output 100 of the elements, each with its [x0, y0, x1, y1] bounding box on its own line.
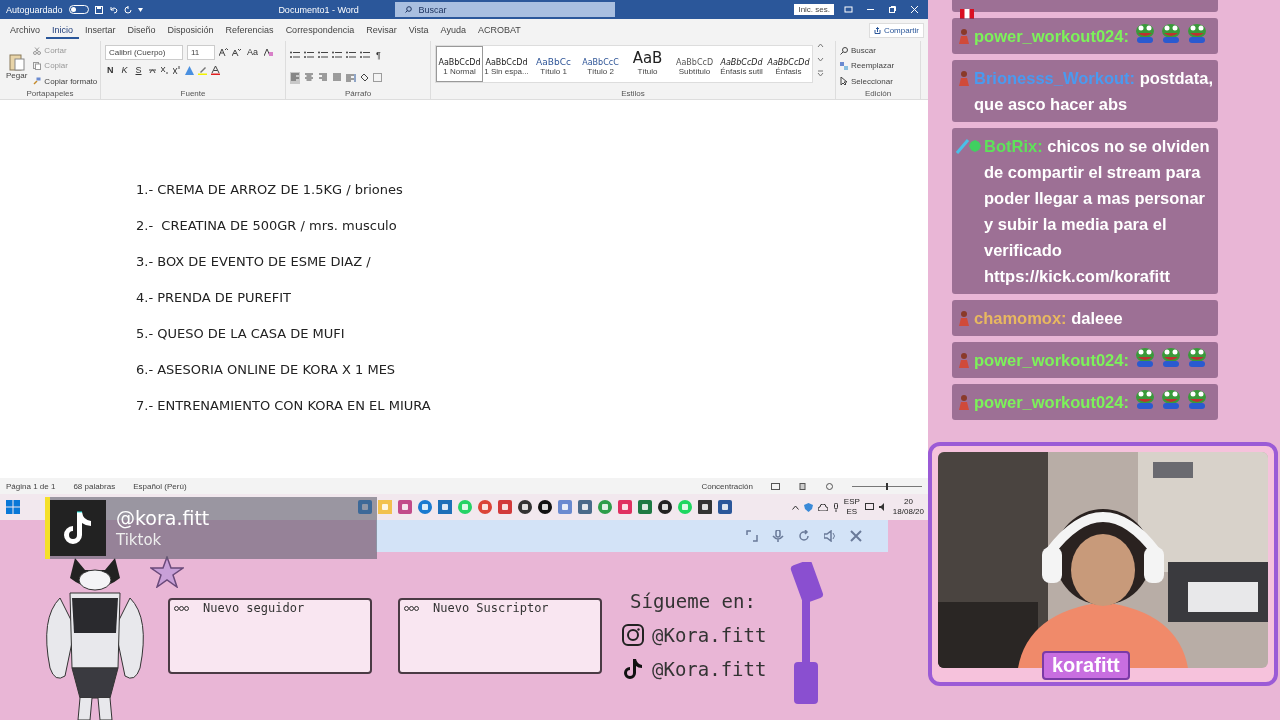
snipping-icon[interactable] — [558, 500, 572, 514]
clear-format-icon[interactable] — [264, 48, 273, 56]
style-option[interactable]: AaBbCcD Subtítulo — [671, 46, 718, 82]
ribbon-tab[interactable]: Vista — [402, 21, 435, 39]
style-option[interactable]: AaBbCcDd 1 Normal — [436, 46, 483, 82]
editing-button[interactable]: Seleccionar — [840, 76, 895, 86]
superscript-icon[interactable] — [172, 66, 181, 74]
format-button[interactable]: S — [133, 65, 144, 75]
network-icon[interactable] — [864, 503, 874, 511]
status-text: 68 palabras — [73, 481, 116, 491]
grow-font-icon[interactable] — [219, 48, 228, 56]
shield-icon[interactable] — [803, 502, 813, 512]
shading-icon[interactable] — [360, 73, 369, 82]
font-name-dropdown[interactable]: Calibri (Cuerpo) — [105, 44, 183, 60]
print-layout-icon[interactable] — [798, 482, 807, 490]
show-marks-button[interactable]: ¶ — [374, 49, 383, 60]
style-option[interactable]: AaBbCcDd 1 Sin espa... — [483, 46, 530, 82]
window-dots-icon — [404, 605, 419, 611]
ribbon-tab[interactable]: Ayuda — [434, 21, 472, 39]
calculator-icon[interactable] — [578, 500, 592, 514]
frog-emote-icon — [1186, 347, 1207, 367]
ribbon-tab[interactable]: Diseño — [121, 21, 162, 39]
group-label: Estilos — [620, 89, 646, 99]
frog-emote-icon — [1134, 347, 1155, 367]
sign-in-button[interactable]: Inic. ses. — [794, 4, 834, 15]
read-mode-icon[interactable] — [771, 482, 780, 490]
document-line: 3.- BOX DE EVENTO DE ESME DIAZ / — [136, 254, 372, 271]
chat-message-text: Brionesss_Workout: postdata, que asco hacer abs — [974, 68, 1214, 115]
style-option[interactable]: AaBbCc Título 1 — [530, 46, 577, 82]
frog-emote-icon — [1134, 389, 1155, 409]
align-left-button[interactable] — [290, 71, 300, 84]
document-line: 6.- ASESORIA ONLINE DE KORA X 1 MES — [136, 362, 397, 379]
style-option[interactable]: AaB Título — [624, 46, 671, 82]
tiktok-icon — [50, 500, 106, 556]
search-field[interactable]: Buscar — [394, 2, 615, 17]
font-size-dropdown[interactable]: 11 — [187, 44, 215, 60]
close-icon[interactable] — [850, 530, 862, 542]
microphone-icon[interactable] — [832, 502, 839, 512]
share-button[interactable]: Compartir — [868, 22, 924, 38]
format-button[interactable]: N — [105, 65, 116, 75]
app-icon[interactable] — [518, 500, 532, 514]
frog-emote-icon — [1186, 23, 1207, 43]
clipboard-button[interactable]: Copiar formato — [33, 76, 98, 86]
ribbon-tab[interactable]: Revisar — [360, 21, 403, 39]
browser-icon[interactable] — [478, 500, 492, 514]
editing-button[interactable]: Buscar — [840, 46, 895, 56]
ribbon-tab[interactable]: Archivo — [4, 21, 46, 39]
tiktok-icon[interactable] — [538, 500, 552, 514]
frog-emote-icon — [1186, 389, 1207, 409]
ribbon-tab[interactable]: Inicio — [46, 21, 80, 39]
status-text: Español (Perú) — [133, 481, 187, 491]
figure-badge-icon — [956, 28, 972, 44]
clock-time[interactable]: 20 — [903, 497, 913, 507]
group-label: Párrafo — [343, 89, 373, 99]
chevron-up-icon[interactable] — [791, 504, 799, 510]
change-case-button[interactable]: Aa — [245, 47, 260, 57]
language-indicator[interactable]: ESP — [843, 497, 860, 507]
shrink-font-icon[interactable] — [232, 48, 241, 56]
app-icon[interactable] — [658, 500, 672, 514]
restore-icon[interactable] — [887, 5, 897, 14]
browser-icon[interactable] — [598, 500, 612, 514]
ribbon-tab[interactable]: ACROBAT — [471, 21, 527, 39]
caret-icon[interactable] — [137, 7, 143, 12]
highlighter-icon[interactable] — [197, 65, 207, 75]
ribbon-tab[interactable]: Insertar — [79, 21, 122, 39]
font-color-icon[interactable] — [210, 65, 220, 75]
text-effects-icon[interactable] — [184, 65, 194, 75]
windows-start-icon[interactable] — [6, 500, 20, 514]
style-option[interactable]: AaBbCcDd Énfasis — [765, 46, 812, 82]
focus-mode-button[interactable]: Concentración — [701, 481, 753, 491]
paste-button[interactable]: Pegar — [4, 43, 30, 89]
format-button[interactable]: K — [119, 65, 130, 75]
keyboard-layout[interactable]: ES — [846, 507, 858, 517]
scroll-arrows-icon[interactable] — [817, 43, 824, 77]
bullet-list-icon[interactable] — [290, 50, 300, 59]
document-line: 4.- PRENDA DE PUREFIT — [136, 290, 293, 307]
spreadsheet-icon[interactable] — [638, 500, 652, 514]
style-option[interactable]: AaBbCcC Título 2 — [577, 46, 624, 82]
word-icon[interactable] — [718, 500, 732, 514]
strikethrough-icon[interactable] — [147, 66, 157, 74]
redo-icon[interactable] — [798, 530, 810, 542]
clock-date[interactable]: 18/08/20 — [892, 507, 924, 517]
subscript-icon[interactable] — [160, 66, 169, 74]
window-dots-icon — [174, 605, 189, 611]
style-option[interactable]: AaBbCcDd Énfasis sutil — [718, 46, 765, 82]
chat-message-text: chamomox: daleee — [974, 308, 1124, 329]
document-line: 2.- CREATINA DE 500GR / mrs. musculo — [136, 218, 398, 235]
display-options-icon[interactable] — [843, 5, 853, 14]
ribbon-tab[interactable]: Referencias — [219, 21, 280, 39]
frog-emote-icon — [1160, 347, 1181, 367]
cloud-icon[interactable] — [817, 503, 828, 511]
terminal-icon[interactable] — [698, 500, 712, 514]
ribbon-tab[interactable]: Disposición — [161, 21, 220, 39]
document-line: 7.- ENTRENAMIENTO CON KORA EN EL MIURA — [136, 398, 432, 415]
ribbon-tab[interactable]: Correspondencia — [279, 21, 361, 39]
save-icon[interactable] — [94, 5, 103, 14]
follow-heading: Sígueme en: — [630, 590, 757, 612]
undo-icon[interactable] — [108, 5, 118, 14]
web-layout-icon[interactable] — [825, 482, 834, 490]
editing-button[interactable]: Reemplazar — [840, 61, 895, 71]
